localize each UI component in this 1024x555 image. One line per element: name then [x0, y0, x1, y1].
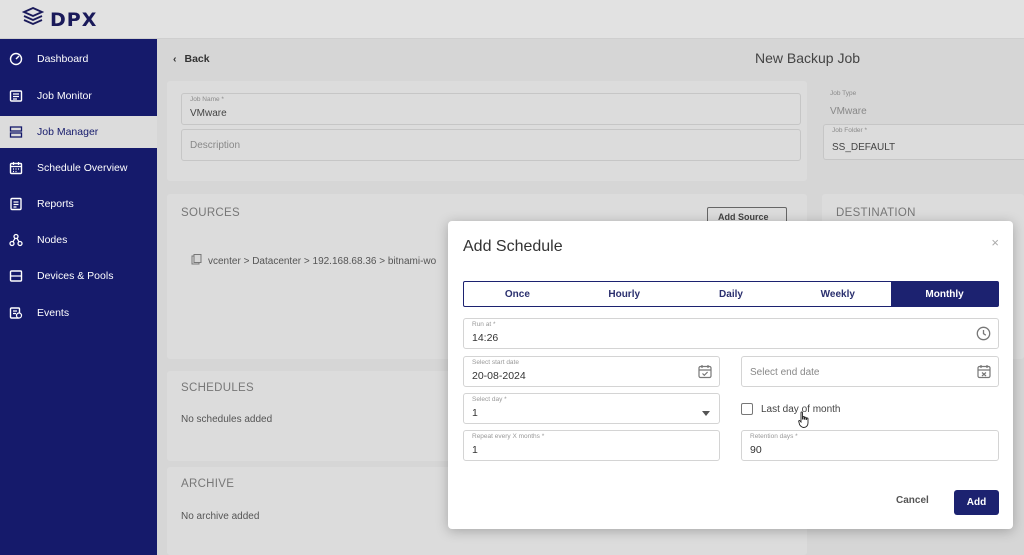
modal-title: Add Schedule: [463, 238, 563, 255]
job-folder-field[interactable]: Job Folder * SS_DEFAULT: [823, 124, 1024, 160]
cancel-button[interactable]: Cancel: [896, 495, 929, 506]
tab-weekly[interactable]: Weekly: [784, 282, 891, 306]
page-title: New Backup Job: [755, 50, 861, 66]
sidebar-item-label: Reports: [37, 198, 74, 210]
top-header: DPX: [0, 0, 1024, 39]
sidebar-item-reports[interactable]: Reports: [0, 188, 157, 220]
repeat-months-field[interactable]: Repeat every X months * 1: [463, 430, 720, 461]
source-path: vcenter > Datacenter > 192.168.68.36 > b…: [191, 254, 471, 268]
tab-daily[interactable]: Daily: [678, 282, 785, 306]
sidebar: Dashboard Job Monitor Job Manager Schedu…: [0, 39, 157, 555]
select-day-dropdown[interactable]: Select day * 1: [463, 393, 720, 424]
archive-title: ARCHIVE: [181, 478, 235, 490]
schedules-title: SCHEDULES: [181, 382, 254, 394]
end-date-field[interactable]: Select end date: [741, 356, 999, 387]
description-field[interactable]: Description: [181, 129, 801, 161]
tab-once[interactable]: Once: [464, 282, 571, 306]
sidebar-item-label: Devices & Pools: [37, 270, 114, 282]
job-type-label: Job Type: [830, 90, 857, 97]
retention-days-field[interactable]: Retention days * 90: [741, 430, 999, 461]
start-date-field[interactable]: Select start date 20-08-2024: [463, 356, 720, 387]
tab-monthly[interactable]: Monthly: [891, 282, 998, 306]
frequency-tabs: Once Hourly Daily Weekly Monthly: [463, 281, 999, 307]
sidebar-item-label: Job Monitor: [37, 90, 92, 102]
nodes-icon: [9, 233, 23, 247]
logo-stack-icon: [21, 6, 45, 33]
tab-hourly[interactable]: Hourly: [571, 282, 678, 306]
sidebar-item-label: Events: [37, 307, 70, 319]
devices-icon: [9, 269, 23, 283]
logo[interactable]: DPX: [21, 6, 98, 33]
add-schedule-modal: Add Schedule × Once Hourly Daily Weekly …: [448, 221, 1013, 529]
logo-text: DPX: [50, 8, 98, 31]
dashboard-icon: [9, 52, 23, 66]
sidebar-item-events[interactable]: Events: [0, 297, 157, 329]
job-type-value: VMware: [830, 106, 867, 117]
destination-title: DESTINATION: [836, 207, 916, 219]
chevron-left-icon: ‹: [173, 53, 177, 65]
calendar-icon: [9, 161, 23, 175]
monitor-icon: [9, 89, 23, 103]
sidebar-item-job-monitor[interactable]: Job Monitor: [0, 80, 157, 112]
sidebar-item-label: Nodes: [37, 234, 68, 246]
calendar-check-icon[interactable]: [698, 364, 712, 384]
job-name-field[interactable]: Job Name * VMware: [181, 93, 801, 125]
run-at-field[interactable]: Run at * 14:26: [463, 318, 999, 349]
sidebar-item-label: Schedule Overview: [37, 162, 128, 174]
sidebar-item-devices-pools[interactable]: Devices & Pools: [0, 260, 157, 292]
sidebar-item-dashboard[interactable]: Dashboard: [0, 43, 157, 75]
clock-icon[interactable]: [976, 326, 991, 346]
sidebar-item-label: Dashboard: [37, 53, 89, 65]
reports-icon: [9, 197, 23, 211]
archive-empty-text: No archive added: [181, 511, 260, 522]
sidebar-item-label: Job Manager: [37, 126, 99, 138]
close-icon[interactable]: ×: [991, 235, 999, 250]
last-day-of-month-checkbox[interactable]: Last day of month: [741, 403, 841, 415]
sources-title: SOURCES: [181, 207, 240, 219]
checkbox-box[interactable]: [741, 403, 753, 415]
back-button[interactable]: ‹ Back: [173, 53, 210, 65]
add-button[interactable]: Add: [954, 490, 999, 515]
vm-icon: [191, 254, 202, 268]
events-icon: [9, 306, 23, 320]
sidebar-item-schedule-overview[interactable]: Schedule Overview: [0, 152, 157, 184]
job-manager-icon: [9, 125, 23, 139]
schedules-empty-text: No schedules added: [181, 414, 273, 425]
calendar-x-icon[interactable]: [977, 364, 991, 384]
caret-down-icon: [702, 404, 710, 422]
job-info-card: Job Name * VMware Description: [167, 81, 807, 181]
sidebar-item-nodes[interactable]: Nodes: [0, 224, 157, 256]
sidebar-item-job-manager[interactable]: Job Manager: [0, 116, 157, 148]
